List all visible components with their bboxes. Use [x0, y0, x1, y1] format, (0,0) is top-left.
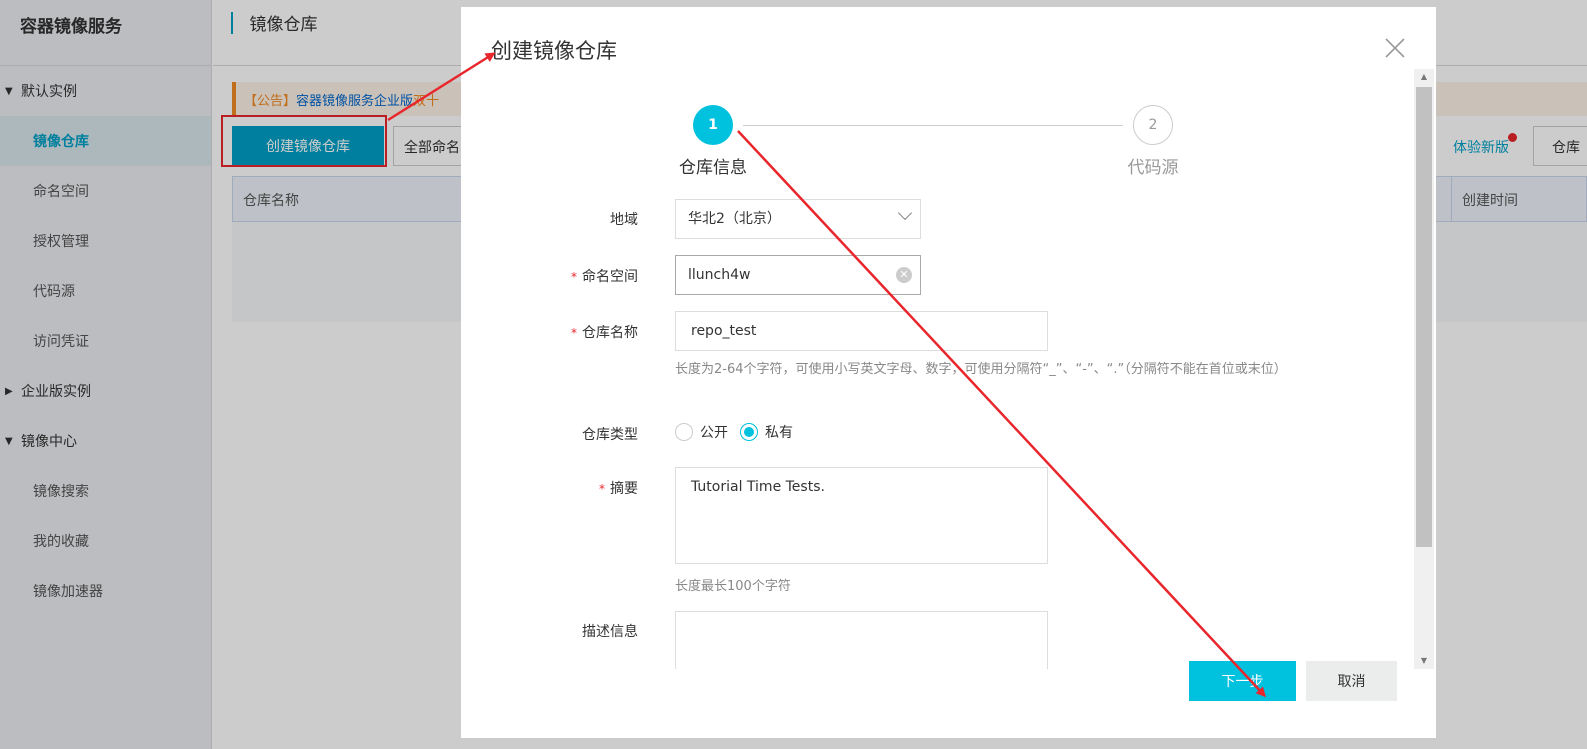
radio-public[interactable] [675, 423, 693, 441]
repo-name-input[interactable]: repo_test [675, 311, 1048, 351]
summary-label: * 摘要 [461, 478, 638, 498]
next-step-button[interactable]: 下一步 [1189, 661, 1296, 701]
step-2-circle: 2 [1133, 105, 1173, 145]
step-1-circle: 1 [693, 105, 733, 145]
required-asterisk: * [571, 270, 577, 284]
repo-name-help: 长度为2-64个字符，可使用小写英文字母、数字，可使用分隔符“_”、“-”、“.… [675, 362, 1287, 377]
clear-icon[interactable]: ✕ [896, 267, 912, 283]
description-textarea[interactable] [675, 611, 1048, 669]
step-2-label: 代码源 [1127, 158, 1179, 178]
namespace-label: * 命名空间 [461, 266, 638, 286]
required-asterisk: * [571, 326, 577, 340]
namespace-value: llunch4w [688, 267, 751, 283]
dialog-scrollbar[interactable]: ▲ ▼ [1414, 69, 1434, 669]
region-value: 华北2（北京） [688, 211, 781, 227]
radio-private-label[interactable]: 私有 [765, 422, 793, 442]
namespace-combobox[interactable]: llunch4w ✕ [675, 255, 921, 295]
dialog-body: 1 仓库信息 2 代码源 地域 华北2（北京） * 命名空间 llunch4w ✕… [461, 69, 1413, 669]
scrollbar-thumb[interactable] [1416, 87, 1432, 547]
chevron-down-icon [897, 205, 913, 221]
radio-public-label[interactable]: 公开 [700, 422, 728, 442]
cancel-button[interactable]: 取消 [1306, 661, 1397, 701]
create-repository-dialog: 创建镜像仓库 1 仓库信息 2 代码源 地域 华北2（北京） * 命名空间 llu… [461, 7, 1436, 738]
repo-type-label: 仓库类型 [461, 424, 638, 444]
scroll-down-icon[interactable]: ▼ [1414, 653, 1434, 669]
repo-type-radio-group: 公开 私有 [675, 422, 805, 442]
description-label: 描述信息 [461, 621, 638, 641]
region-label: 地域 [461, 209, 638, 229]
region-select[interactable]: 华北2（北京） [675, 199, 921, 239]
summary-help: 长度最长100个字符 [675, 579, 791, 594]
region-label-text: 地域 [610, 212, 638, 228]
required-asterisk: * [599, 482, 605, 496]
step-1-label: 仓库信息 [679, 158, 747, 178]
namespace-label-text: 命名空间 [582, 269, 638, 285]
radio-private[interactable] [740, 423, 758, 441]
repo-name-label: * 仓库名称 [461, 322, 638, 342]
close-icon[interactable] [1384, 37, 1406, 59]
scroll-up-icon[interactable]: ▲ [1414, 69, 1434, 85]
repo-name-value: repo_test [691, 323, 757, 339]
step-connector [743, 125, 1123, 126]
description-label-text: 描述信息 [582, 624, 638, 640]
summary-label-text: 摘要 [610, 481, 638, 497]
repo-name-label-text: 仓库名称 [582, 325, 638, 341]
summary-textarea[interactable]: Tutorial Time Tests. [675, 467, 1048, 564]
summary-value: Tutorial Time Tests. [691, 479, 825, 495]
repo-type-label-text: 仓库类型 [582, 427, 638, 443]
dialog-title: 创建镜像仓库 [491, 39, 617, 63]
